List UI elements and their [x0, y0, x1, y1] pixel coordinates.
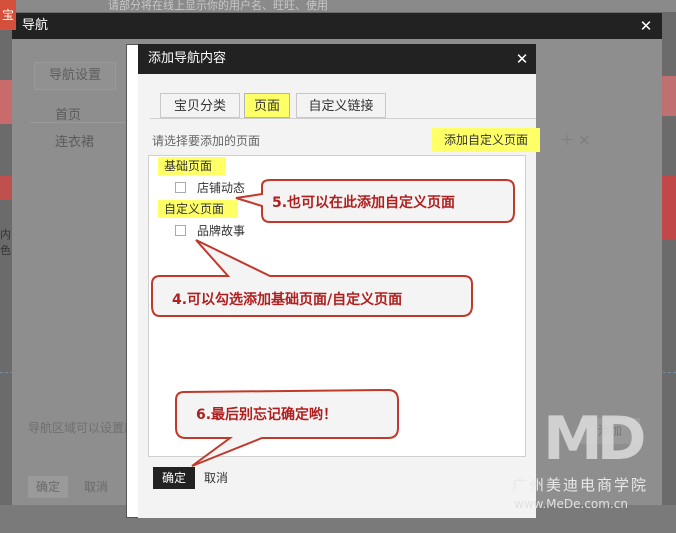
tab-custom-links[interactable]: 自定义链接 — [296, 93, 386, 118]
close-icon[interactable]: ✕ — [636, 13, 656, 39]
confirm-button[interactable]: 确定 — [153, 467, 195, 489]
watermark-url: www.MeDe.com.cn — [514, 497, 628, 511]
checkbox-brand-story[interactable] — [175, 225, 186, 236]
tab-item-categories[interactable]: 宝贝分类 — [160, 93, 240, 118]
cancel-button[interactable]: 取消 — [204, 467, 228, 489]
navigation-dialog-title: 导航 — [12, 13, 662, 39]
tab-pages[interactable]: 页面 — [244, 93, 290, 118]
nav-row-divider — [30, 122, 126, 123]
select-page-prompt: 请选择要添加的页面 — [152, 134, 261, 148]
watermark-logo: MD — [543, 404, 647, 474]
callout-5-text: 5.也可以在此添加自定义页面 — [272, 195, 456, 211]
checkbox-shop-news[interactable] — [175, 182, 186, 193]
tab-navigation-settings[interactable]: 导航设置 — [34, 62, 116, 90]
add-custom-page-button[interactable]: 添加自定义页面 — [432, 128, 540, 152]
close-icon[interactable]: ✕ — [508, 44, 536, 74]
background-banner-right — [662, 76, 676, 116]
callout-6-text: 6.最后别忘记确定哟！ — [196, 407, 338, 423]
page-item-shop-news[interactable]: 店铺动态 — [197, 179, 245, 196]
dialog-title: 添加导航内容 — [138, 44, 536, 74]
nav-item-home[interactable]: 首页 — [55, 104, 81, 123]
shop-logo: 宝 — [0, 0, 16, 30]
nav-item-dress[interactable]: 连衣裙 — [55, 131, 94, 150]
background-side-text: 内色 — [0, 228, 11, 257]
background-hint-text: 请部分将在线上显示你的用户名、旺旺、使用 — [108, 0, 328, 12]
section-title-custom-pages: 自定义页面 — [158, 200, 238, 218]
watermark-name: 广州美迪电商学院 — [512, 476, 649, 494]
nav-row-action-icons[interactable]: ＋ ✕ — [560, 130, 590, 150]
page-item-brand-story[interactable]: 品牌故事 — [197, 222, 245, 239]
callout-4-text: 4.可以勾选添加基础页面/自定义页面 — [172, 292, 403, 308]
background-bar-right — [662, 176, 676, 240]
outer-confirm-button[interactable]: 确定 — [28, 476, 68, 498]
section-title-basic-pages: 基础页面 — [158, 157, 226, 175]
outer-cancel-button[interactable]: 取消 — [84, 476, 108, 498]
